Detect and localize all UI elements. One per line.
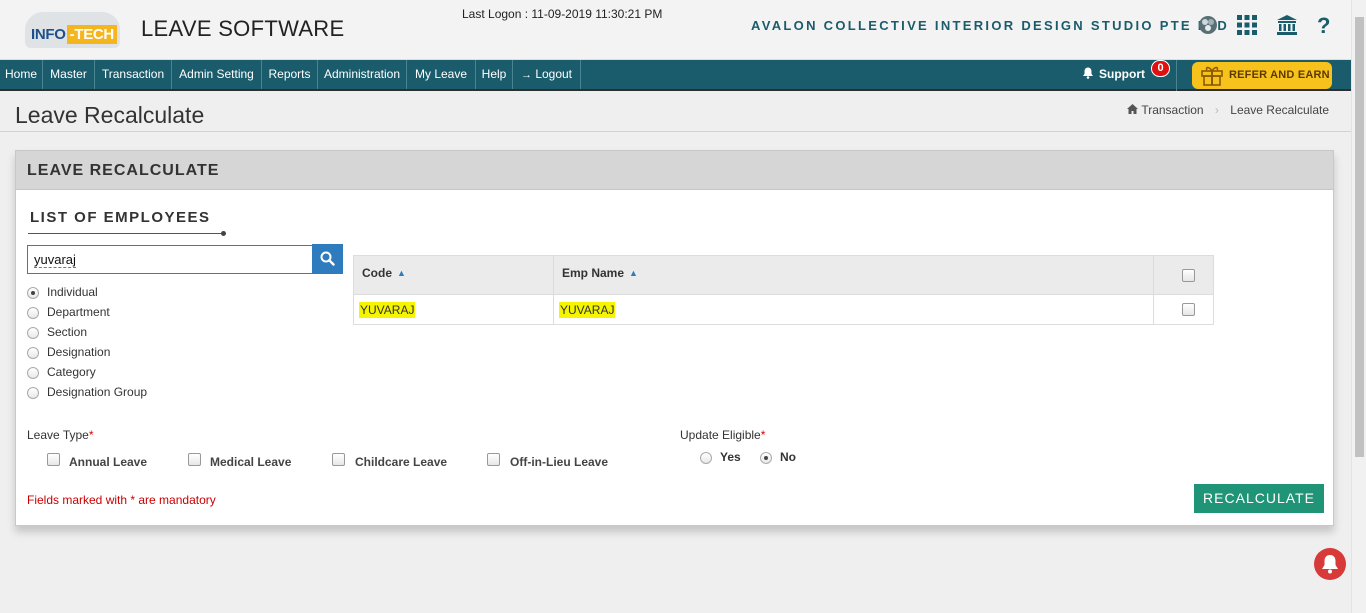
last-logon-text: Last Logon : 11-09-2019 11:30:21 PM [462,7,663,21]
radio-section[interactable] [27,327,39,339]
employees-section-title: LIST OF EMPLOYEES [30,209,211,226]
search-icon [320,251,335,266]
bell-icon [1322,555,1338,574]
support-label: Support [1099,67,1145,81]
breadcrumb: Transaction › Leave Recalculate [1127,103,1329,117]
employee-table: Code ▲ Emp Name ▲ YUVARAJ YUVARAJ [353,255,1214,325]
radio-no[interactable] [760,452,772,464]
top-header: INFO -TECH LEAVE SOFTWARE Last Logon : 11… [0,0,1351,60]
nav-admin-setting[interactable]: Admin Setting [172,60,262,89]
panel-header: LEAVE RECALCULATE [16,151,1333,190]
childcare-leave-checkbox[interactable] [332,453,345,466]
section-underline-dot [221,231,226,236]
medical-leave-label: Medical Leave [210,455,292,469]
sort-icon[interactable]: ▲ [397,268,406,278]
radio-yes[interactable] [700,452,712,464]
column-divider [553,256,554,325]
bell-icon [1083,67,1093,79]
radio-individual[interactable] [27,287,39,299]
filter-label: Individual [47,285,98,299]
medical-leave-checkbox[interactable] [188,453,201,466]
nav-transaction[interactable]: Transaction [95,60,172,89]
leave-type-label: Leave Type* [27,428,94,442]
filter-label: Designation [47,345,111,359]
nav-logout-label: Logout [535,67,573,81]
off-in-lieu-leave-checkbox[interactable] [487,453,500,466]
column-header-emp-name[interactable]: Emp Name ▲ [562,266,638,280]
nav-master[interactable]: Master [43,60,95,89]
chevron-right-icon: › [1214,103,1219,117]
radio-designation[interactable] [27,347,39,359]
leave-recalculate-panel: LEAVE RECALCULATE LIST OF EMPLOYEES yuva… [15,150,1334,526]
nav-help[interactable]: Help [476,60,513,89]
svg-text:?: ? [1317,14,1330,36]
sort-icon[interactable]: ▲ [629,268,638,278]
refer-label: REFER AND EARN [1229,69,1330,81]
childcare-leave-label: Childcare Leave [355,455,448,469]
support-link[interactable]: Support [1082,60,1145,89]
breadcrumb-transaction[interactable]: Transaction [1141,103,1203,117]
palette-icon[interactable] [1197,14,1219,40]
panel-heading: LEAVE RECALCULATE [27,162,220,179]
table-row-name: YUVARAJ [559,302,616,318]
row-select-checkbox[interactable] [1182,303,1195,316]
info-tech-logo[interactable]: INFO -TECH [25,12,120,48]
nav-my-leave[interactable]: My Leave [407,60,476,89]
gift-icon [1201,66,1223,86]
mandatory-note: Fields marked with * are mandatory [27,493,216,507]
select-all-checkbox[interactable] [1182,269,1195,282]
table-header [354,256,1213,295]
refer-and-earn-button[interactable]: REFER AND EARN [1192,62,1332,89]
filter-label: Section [47,325,88,339]
nav-logout[interactable]: → Logout [513,60,581,89]
nav-divider [1176,60,1177,91]
apps-grid-icon[interactable] [1236,14,1258,40]
yes-label: Yes [720,450,741,464]
company-name: AVALON COLLECTIVE INTERIOR DESIGN STUDIO… [751,18,1230,33]
scrollbar-thumb[interactable] [1355,17,1364,457]
home-icon [1127,104,1139,114]
logo-text: INFO -TECH [31,25,117,44]
nav-home[interactable]: Home [0,60,43,89]
help-icon[interactable]: ? [1317,14,1333,40]
notification-bell-button[interactable] [1314,548,1346,580]
filter-label: Category [47,365,96,379]
nav-reports[interactable]: Reports [262,60,318,89]
breadcrumb-current: Leave Recalculate [1230,103,1329,117]
annual-leave-label: Annual Leave [69,455,148,469]
no-label: No [780,450,796,464]
vertical-scrollbar[interactable] [1351,0,1366,613]
section-underline [28,233,225,234]
nav-administration[interactable]: Administration [318,60,407,89]
column-divider [1153,256,1154,325]
title-divider [0,131,1351,132]
recalculate-button[interactable]: RECALCULATE [1194,484,1324,513]
app-name: LEAVE SOFTWARE [141,16,345,41]
search-button[interactable] [312,244,343,274]
table-row-code: YUVARAJ [359,302,416,318]
radio-designation-group[interactable] [27,387,39,399]
main-navbar: Home Master Transaction Admin Setting Re… [0,60,1351,91]
support-count-badge: 0 [1151,60,1170,77]
annual-leave-checkbox[interactable] [47,453,60,466]
radio-department[interactable] [27,307,39,319]
column-header-code[interactable]: Code ▲ [362,266,406,280]
radio-category[interactable] [27,367,39,379]
off-in-lieu-leave-label: Off-in-Lieu Leave [510,455,609,469]
update-eligible-label: Update Eligible* [680,428,766,442]
bank-icon[interactable] [1276,14,1298,40]
filter-label: Designation Group [47,385,148,399]
filter-label: Department [47,305,110,319]
search-value: yuvaraj [34,252,76,268]
page-title: Leave Recalculate [15,102,205,128]
employee-search-input[interactable]: yuvaraj [27,245,313,274]
logout-icon: → [520,69,532,81]
